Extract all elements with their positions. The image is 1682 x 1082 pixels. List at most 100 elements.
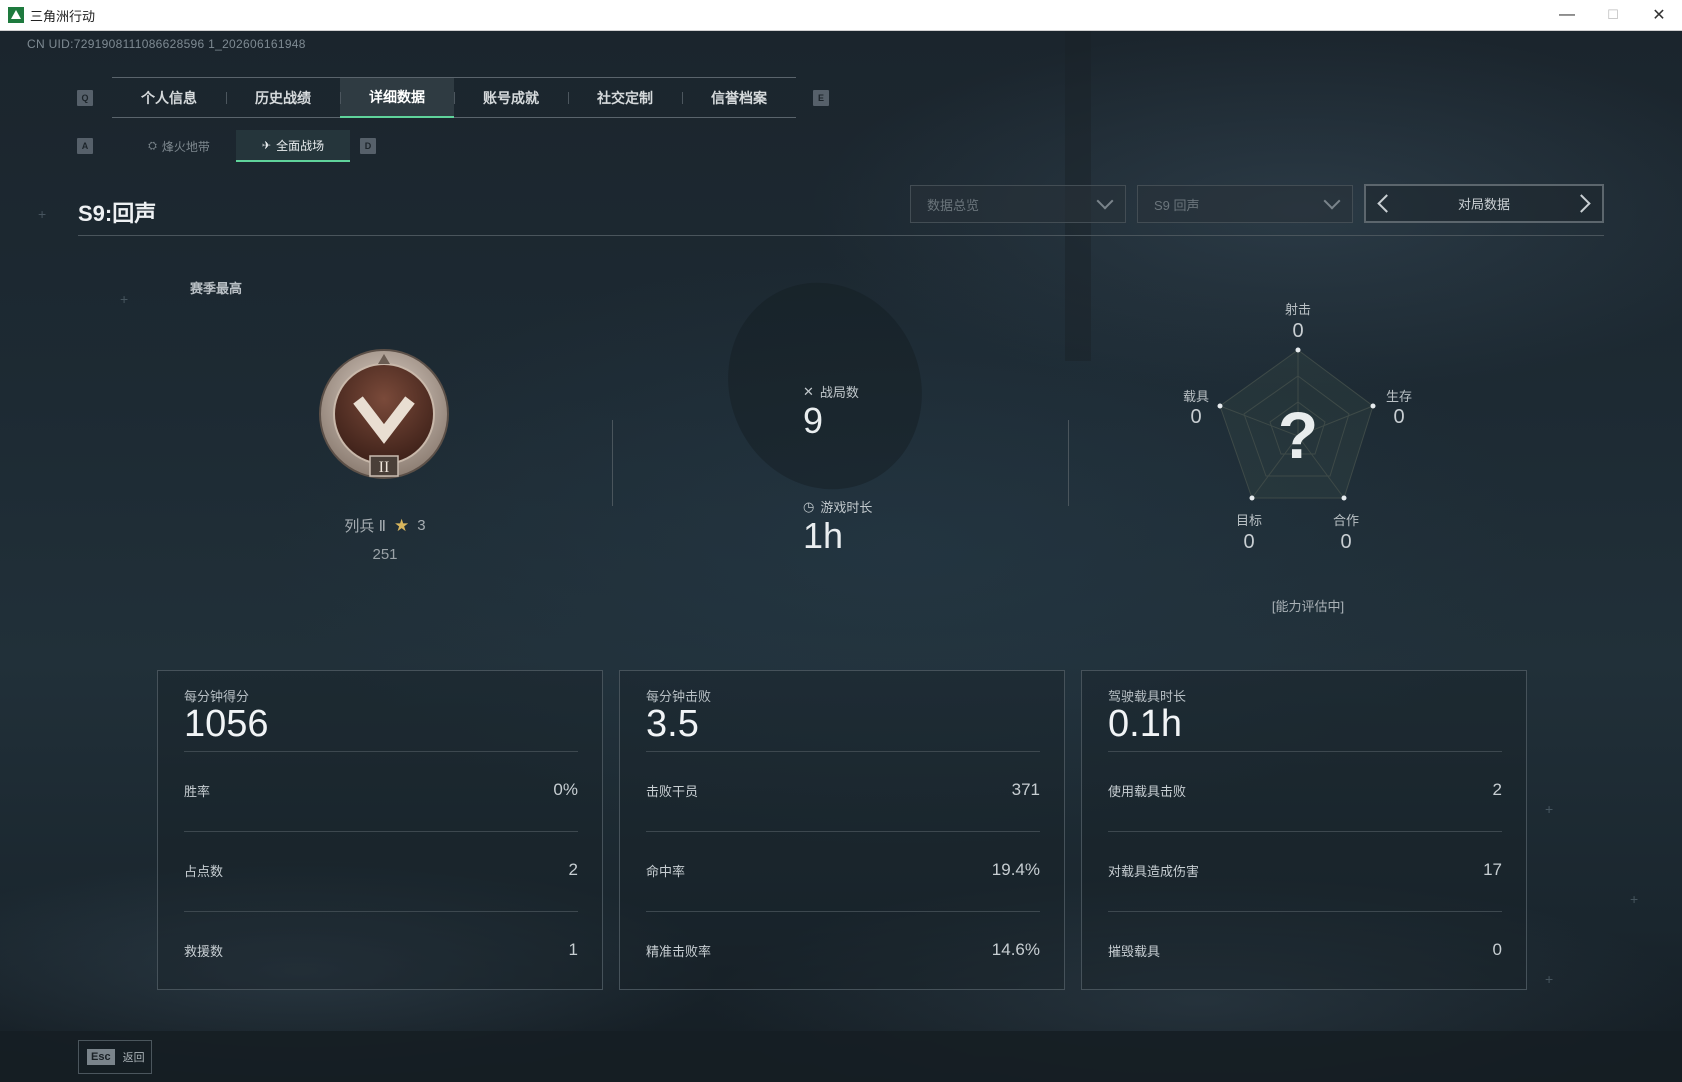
section-divider [612,420,613,506]
minimize-button[interactable]: — [1544,0,1590,30]
subtab-label: 全面战场 [276,138,325,153]
matches-label-text: 战局数 [819,385,859,400]
season-title: S9:回声 [78,201,157,226]
match-data-pager: 对局数据 [1364,184,1604,223]
ability-eval-status: [能力评估中] [1271,599,1345,614]
radar-value-shooting: 0 [1292,320,1304,342]
stat-label: 救援数 [184,943,224,959]
stat-value: 2 [568,860,578,879]
panel-divider [184,831,578,832]
dropdown-value: S9 回声 [1154,197,1200,213]
panel-divider [1108,911,1502,912]
kill-stats-panel: 每分钟击败 3.5 击败干员 371 命中率 19.4% 精准击败率 14.6% [619,670,1065,990]
rank-badge-icon: II [319,349,449,479]
tab-social-custom[interactable]: 社交定制 [568,78,682,118]
panel-divider [184,911,578,912]
prev-tab-key-hint[interactable]: Q [77,90,93,106]
stat-value: 0 [1492,940,1502,959]
rank-name: 列兵 Ⅱ [344,518,386,535]
next-subtab-key-hint[interactable]: D [360,138,376,154]
tab-personal-info[interactable]: 个人信息 [112,78,226,118]
stat-label: 精准击败率 [646,943,712,959]
matches-label: ✕ 战局数 [803,382,859,401]
section-divider [1068,420,1069,506]
close-button[interactable]: ✕ [1636,0,1682,30]
vehicle-stats-panel: 驾驶载具时长 0.1h 使用载具击败 2 对载具造成伤害 17 摧毁载具 0 [1081,670,1527,990]
window-titlebar: 三角洲行动 — ☐ ✕ [0,0,1682,31]
stat-value: 371 [1011,780,1040,799]
stat-value: 2 [1492,780,1502,799]
star-icon: ★ [393,515,410,535]
crossed-swords-icon: ✕ [803,383,814,399]
panel-divider [646,751,1040,752]
data-type-dropdown[interactable]: 数据总览 [910,185,1126,223]
crosshair-mark-icon: + [1545,971,1554,987]
panel-divider [1108,751,1502,752]
season-dropdown[interactable]: S9 回声 [1137,185,1353,223]
rank-stars: 3 [417,517,426,534]
stat-value: 14.6% [991,940,1040,959]
crosshair-mark-icon: + [1545,801,1554,817]
stat-label: 对载具造成伤害 [1108,863,1200,879]
header-divider [78,235,1604,236]
rank-tier-numeral: II [379,459,390,476]
pager-label: 对局数据 [1457,197,1510,212]
stat-row: 摧毁载具 0 [1108,938,1502,962]
stat-row: 对载具造成伤害 17 [1108,858,1502,882]
subtab-full-warfare[interactable]: ✈ 全面战场 [236,130,350,162]
stat-row: 胜率 0% [184,778,578,802]
next-tab-key-hint[interactable]: E [813,90,829,106]
panel-value: 0.1h [1108,703,1182,745]
playtime-value: 1h [803,515,844,556]
esc-key-hint: Esc [87,1049,115,1065]
radar-label-survival: 生存 [1385,389,1412,404]
prev-subtab-key-hint[interactable]: A [77,138,93,154]
radar-label-cooperation: 合作 [1332,513,1359,528]
footer-bar [0,1031,1682,1082]
stat-value: 0% [553,780,578,799]
radar-label-objective: 目标 [1235,513,1262,528]
radar-value-cooperation: 0 [1340,531,1352,553]
window-title: 三角洲行动 [30,8,96,24]
stat-value: 1 [568,940,578,959]
panel-divider [646,831,1040,832]
crosshair-mark-icon: + [120,291,129,307]
extraction-icon: ⛭ [148,139,157,152]
radar-value-vehicle: 0 [1190,406,1202,428]
playtime-label: ◷ 游戏时长 [803,497,872,516]
stat-label: 命中率 [646,863,686,879]
season-best-label: 赛季最高 [190,281,243,296]
app-logo-icon [8,7,24,23]
chevron-left-icon[interactable] [1377,194,1396,213]
stat-row: 使用载具击败 2 [1108,778,1502,802]
rank-points: 251 [372,546,398,563]
back-label: 返回 [122,1052,145,1064]
subtab-extraction-zone[interactable]: ⛭ 烽火地带 [122,130,236,162]
stat-row: 占点数 2 [184,858,578,882]
maximize-button[interactable]: ☐ [1590,0,1636,30]
playtime-label-text: 游戏时长 [820,500,873,515]
ability-radar-chart: ? [1217,347,1376,501]
stat-value: 17 [1483,860,1502,879]
main-tabs: 个人信息 历史战绩 详细数据 账号成就 社交定制 信誉档案 [112,77,796,118]
stat-label: 使用载具击败 [1108,783,1187,799]
stat-value: 19.4% [991,860,1040,879]
rank-name-row: 列兵 Ⅱ ★ 3 [330,515,440,536]
panel-divider [646,911,1040,912]
stat-row: 击败干员 371 [646,778,1040,802]
tab-match-history[interactable]: 历史战绩 [226,78,340,118]
tab-detailed-data[interactable]: 详细数据 [340,78,454,118]
stat-label: 胜率 [184,783,211,799]
tab-achievements[interactable]: 账号成就 [454,78,568,118]
back-button[interactable]: Esc 返回 [78,1040,152,1074]
warfare-icon: ✈ [261,139,272,152]
stat-row: 命中率 19.4% [646,858,1040,882]
matches-value: 9 [803,400,824,441]
panel-divider [1108,831,1502,832]
subtab-label: 烽火地带 [161,139,210,154]
tab-credit-record[interactable]: 信誉档案 [682,78,796,118]
radar-label-vehicle: 载具 [1182,389,1209,404]
chevron-right-icon[interactable] [1572,194,1591,213]
stat-label: 击败干员 [646,783,699,799]
crosshair-mark-icon: + [1630,891,1639,907]
